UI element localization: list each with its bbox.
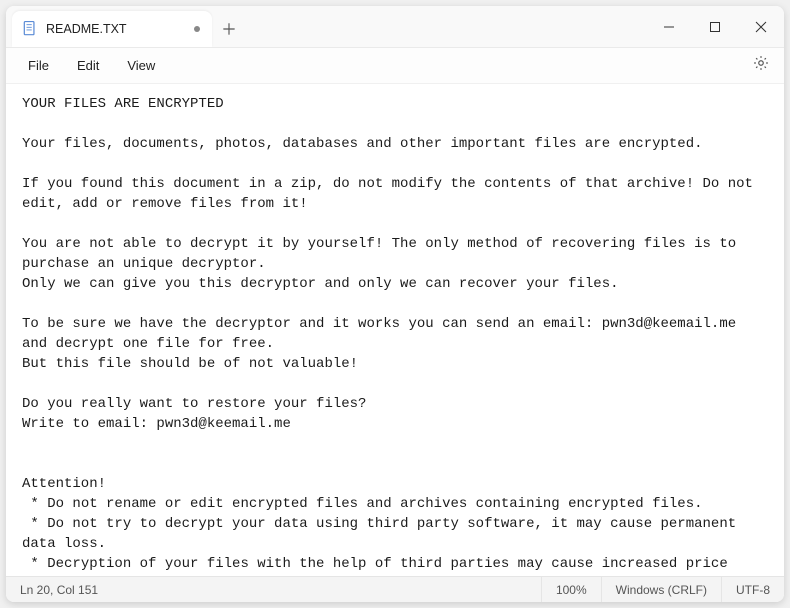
menu-view[interactable]: View (113, 52, 169, 79)
close-button[interactable] (738, 6, 784, 48)
settings-button[interactable] (746, 51, 776, 81)
status-zoom[interactable]: 100% (542, 577, 602, 602)
minimize-button[interactable] (646, 6, 692, 48)
document-icon (22, 20, 38, 38)
tab-strip: README.TXT (6, 6, 646, 47)
active-tab[interactable]: README.TXT (12, 11, 212, 47)
menubar: File Edit View (6, 48, 784, 84)
menu-edit[interactable]: Edit (63, 52, 113, 79)
maximize-button[interactable] (692, 6, 738, 48)
menu-file[interactable]: File (14, 52, 63, 79)
status-line-ending[interactable]: Windows (CRLF) (602, 577, 722, 602)
unsaved-indicator-icon (194, 26, 200, 32)
new-tab-button[interactable] (212, 11, 246, 47)
tab-title: README.TXT (46, 22, 166, 36)
status-cursor-position[interactable]: Ln 20, Col 151 (6, 577, 542, 602)
gear-icon (752, 54, 770, 77)
statusbar: Ln 20, Col 151 100% Windows (CRLF) UTF-8 (6, 576, 784, 602)
text-editor[interactable]: YOUR FILES ARE ENCRYPTED Your files, doc… (6, 84, 784, 576)
titlebar: README.TXT (6, 6, 784, 48)
notepad-window: README.TXT File Edit View (6, 6, 784, 602)
window-controls (646, 6, 784, 47)
status-encoding[interactable]: UTF-8 (722, 577, 784, 602)
